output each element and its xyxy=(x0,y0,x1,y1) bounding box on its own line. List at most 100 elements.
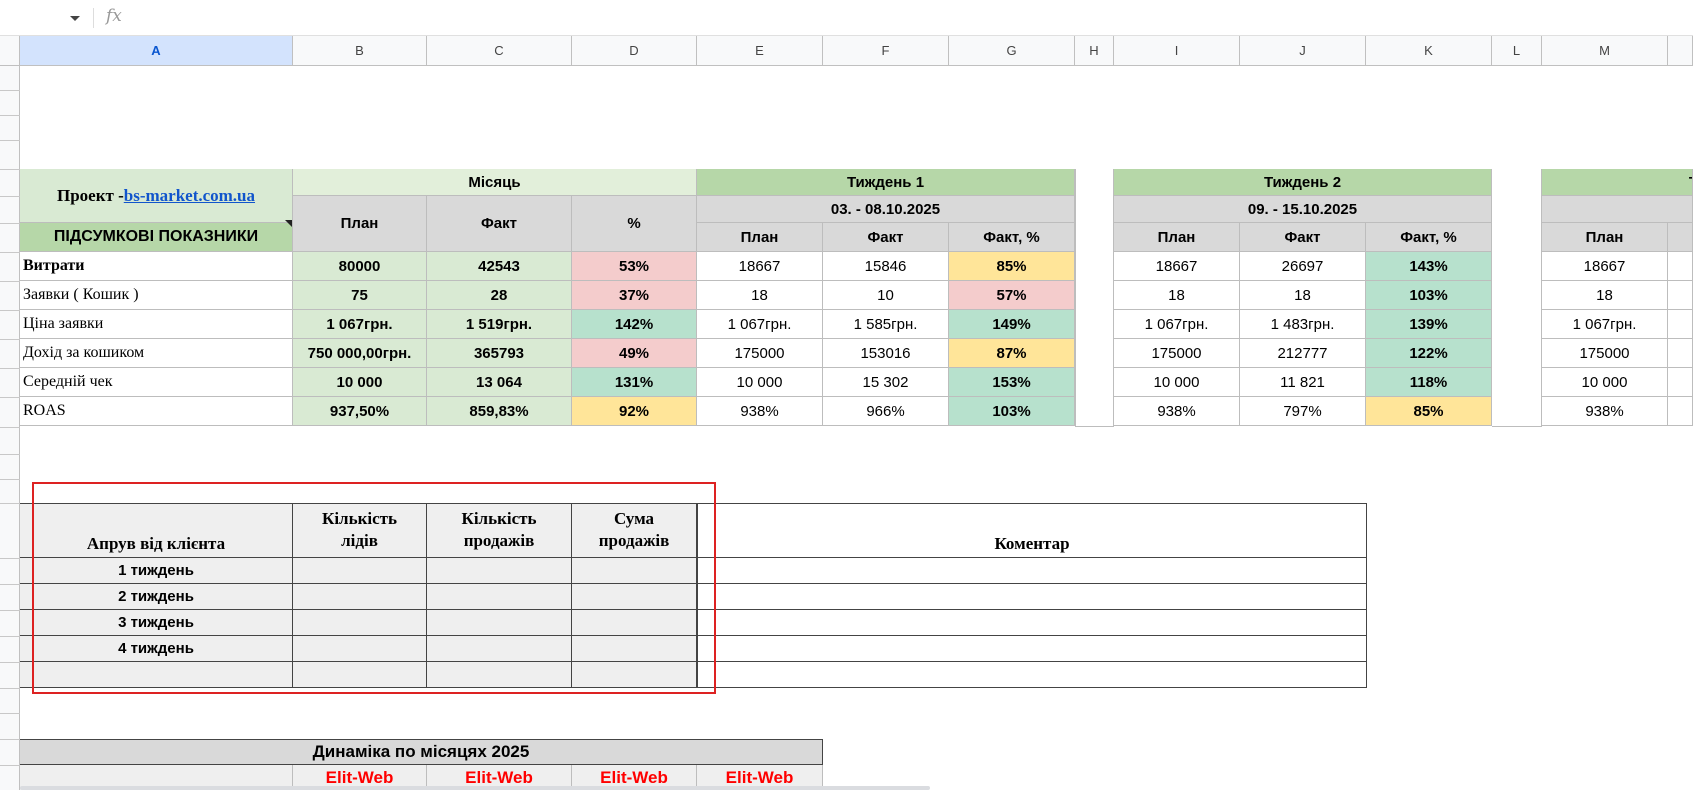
summary-w2-pct-cell[interactable]: 85% xyxy=(1366,397,1492,426)
summary-m-pct-cell[interactable]: 131% xyxy=(572,368,697,397)
name-box-dropdown-icon[interactable] xyxy=(70,16,80,21)
summary-overflow-cell[interactable] xyxy=(1668,310,1693,339)
summary-w2-fact-cell[interactable]: 18 xyxy=(1240,281,1366,310)
summary-m-fact-cell[interactable]: 28 xyxy=(427,281,572,310)
summary-w1-fact-cell[interactable]: 1 585грн. xyxy=(823,310,949,339)
column-header-next[interactable] xyxy=(1668,36,1693,66)
summary-w1-fact-cell[interactable]: 966% xyxy=(823,397,949,426)
summary-m-plan-cell[interactable]: 80000 xyxy=(293,252,427,281)
summary-w3-plan-cell[interactable]: 18667 xyxy=(1542,252,1668,281)
approval-comment-cell[interactable] xyxy=(697,584,1367,610)
column-header-g[interactable]: G xyxy=(949,36,1075,66)
summary-w2-plan-cell[interactable]: 18 xyxy=(1114,281,1240,310)
column-header-c[interactable]: C xyxy=(427,36,572,66)
summary-m-fact-cell[interactable]: 365793 xyxy=(427,339,572,368)
summary-w2-pct-cell[interactable]: 122% xyxy=(1366,339,1492,368)
summary-w2-fact-cell[interactable]: 797% xyxy=(1240,397,1366,426)
approval-comment-header: Коментар xyxy=(697,503,1367,558)
summary-label-cell[interactable]: ROAS xyxy=(20,397,293,426)
summary-w3-plan-cell[interactable]: 938% xyxy=(1542,397,1668,426)
summary-w3-plan-cell[interactable]: 175000 xyxy=(1542,339,1668,368)
summary-m-fact-cell[interactable]: 13 064 xyxy=(427,368,572,397)
column-header-a[interactable]: A xyxy=(20,36,293,66)
summary-m-plan-cell[interactable]: 1 067грн. xyxy=(293,310,427,339)
column-header-k[interactable]: K xyxy=(1366,36,1492,66)
column-header-j[interactable]: J xyxy=(1240,36,1366,66)
summary-w2-plan-cell[interactable]: 938% xyxy=(1114,397,1240,426)
summary-w3-plan-cell[interactable]: 1 067грн. xyxy=(1542,310,1668,339)
summary-label-cell[interactable]: Витрати xyxy=(20,252,293,281)
summary-w1-plan-cell[interactable]: 18 xyxy=(697,281,823,310)
summary-w2-plan-cell[interactable]: 1 067грн. xyxy=(1114,310,1240,339)
column-header-i[interactable]: I xyxy=(1114,36,1240,66)
summary-m-pct-cell[interactable]: 142% xyxy=(572,310,697,339)
summary-w1-pct-cell[interactable]: 85% xyxy=(949,252,1075,281)
approval-comment-cell[interactable] xyxy=(697,662,1367,688)
summary-w2-pct-cell[interactable]: 139% xyxy=(1366,310,1492,339)
summary-w2-fact-cell[interactable]: 212777 xyxy=(1240,339,1366,368)
summary-w1-fact-cell[interactable]: 10 xyxy=(823,281,949,310)
summary-m-plan-cell[interactable]: 750 000,00грн. xyxy=(293,339,427,368)
approval-comment-cell[interactable] xyxy=(697,558,1367,584)
summary-w2-plan-cell[interactable]: 18667 xyxy=(1114,252,1240,281)
summary-w2-pct-cell[interactable]: 103% xyxy=(1366,281,1492,310)
summary-overflow-cell[interactable] xyxy=(1668,281,1693,310)
summary-w3-plan-cell[interactable]: 10 000 xyxy=(1542,368,1668,397)
summary-w1-pct-cell[interactable]: 153% xyxy=(949,368,1075,397)
select-all-corner[interactable] xyxy=(0,36,20,66)
summary-w1-fact-cell[interactable]: 153016 xyxy=(823,339,949,368)
summary-m-pct-cell[interactable]: 92% xyxy=(572,397,697,426)
month-plan-header: План xyxy=(293,196,427,252)
summary-m-plan-cell[interactable]: 75 xyxy=(293,281,427,310)
column-header-f[interactable]: F xyxy=(823,36,949,66)
column-header-m[interactable]: M xyxy=(1542,36,1668,66)
summary-label-cell[interactable]: Ціна заявки xyxy=(20,310,293,339)
summary-m-fact-cell[interactable]: 859,83% xyxy=(427,397,572,426)
summary-w1-fact-cell[interactable]: 15 302 xyxy=(823,368,949,397)
summary-w1-plan-cell[interactable]: 18667 xyxy=(697,252,823,281)
summary-w2-fact-cell[interactable]: 26697 xyxy=(1240,252,1366,281)
approval-comment-cell[interactable] xyxy=(697,636,1367,662)
summary-m-fact-cell[interactable]: 42543 xyxy=(427,252,572,281)
summary-m-pct-cell[interactable]: 37% xyxy=(572,281,697,310)
column-header-d[interactable]: D xyxy=(572,36,697,66)
summary-w1-plan-cell[interactable]: 175000 xyxy=(697,339,823,368)
summary-w2-plan-cell[interactable]: 10 000 xyxy=(1114,368,1240,397)
summary-label-cell[interactable]: Дохід за кошиком xyxy=(20,339,293,368)
summary-overflow-cell[interactable] xyxy=(1668,252,1693,281)
row-header-strip[interactable] xyxy=(0,66,20,790)
project-cell: Проект - bs-market.com.ua xyxy=(20,169,293,223)
column-header-h[interactable]: H xyxy=(1075,36,1114,66)
column-header-l[interactable]: L xyxy=(1492,36,1542,66)
summary-w1-plan-cell[interactable]: 10 000 xyxy=(697,368,823,397)
summary-w2-fact-cell[interactable]: 1 483грн. xyxy=(1240,310,1366,339)
summary-w1-pct-cell[interactable]: 103% xyxy=(949,397,1075,426)
approval-comment-cell[interactable] xyxy=(697,610,1367,636)
summary-overflow-cell[interactable] xyxy=(1668,339,1693,368)
summary-m-pct-cell[interactable]: 53% xyxy=(572,252,697,281)
column-header-b[interactable]: B xyxy=(293,36,427,66)
horizontal-scrollbar[interactable] xyxy=(20,786,930,790)
week2-plan-header: План xyxy=(1114,223,1240,252)
summary-w1-pct-cell[interactable]: 87% xyxy=(949,339,1075,368)
summary-m-fact-cell[interactable]: 1 519грн. xyxy=(427,310,572,339)
summary-w1-plan-cell[interactable]: 1 067грн. xyxy=(697,310,823,339)
summary-w1-fact-cell[interactable]: 15846 xyxy=(823,252,949,281)
summary-w1-pct-cell[interactable]: 57% xyxy=(949,281,1075,310)
summary-label-cell[interactable]: Заявки ( Кошик ) xyxy=(20,281,293,310)
column-header-e[interactable]: E xyxy=(697,36,823,66)
summary-m-plan-cell[interactable]: 937,50% xyxy=(293,397,427,426)
summary-m-plan-cell[interactable]: 10 000 xyxy=(293,368,427,397)
summary-overflow-cell[interactable] xyxy=(1668,368,1693,397)
project-link[interactable]: bs-market.com.ua xyxy=(124,186,255,206)
summary-overflow-cell[interactable] xyxy=(1668,397,1693,426)
summary-w3-plan-cell[interactable]: 18 xyxy=(1542,281,1668,310)
summary-w2-fact-cell[interactable]: 11 821 xyxy=(1240,368,1366,397)
summary-w2-pct-cell[interactable]: 118% xyxy=(1366,368,1492,397)
summary-w2-plan-cell[interactable]: 175000 xyxy=(1114,339,1240,368)
summary-w1-plan-cell[interactable]: 938% xyxy=(697,397,823,426)
summary-w1-pct-cell[interactable]: 149% xyxy=(949,310,1075,339)
summary-label-cell[interactable]: Середній чек xyxy=(20,368,293,397)
summary-w2-pct-cell[interactable]: 143% xyxy=(1366,252,1492,281)
summary-m-pct-cell[interactable]: 49% xyxy=(572,339,697,368)
